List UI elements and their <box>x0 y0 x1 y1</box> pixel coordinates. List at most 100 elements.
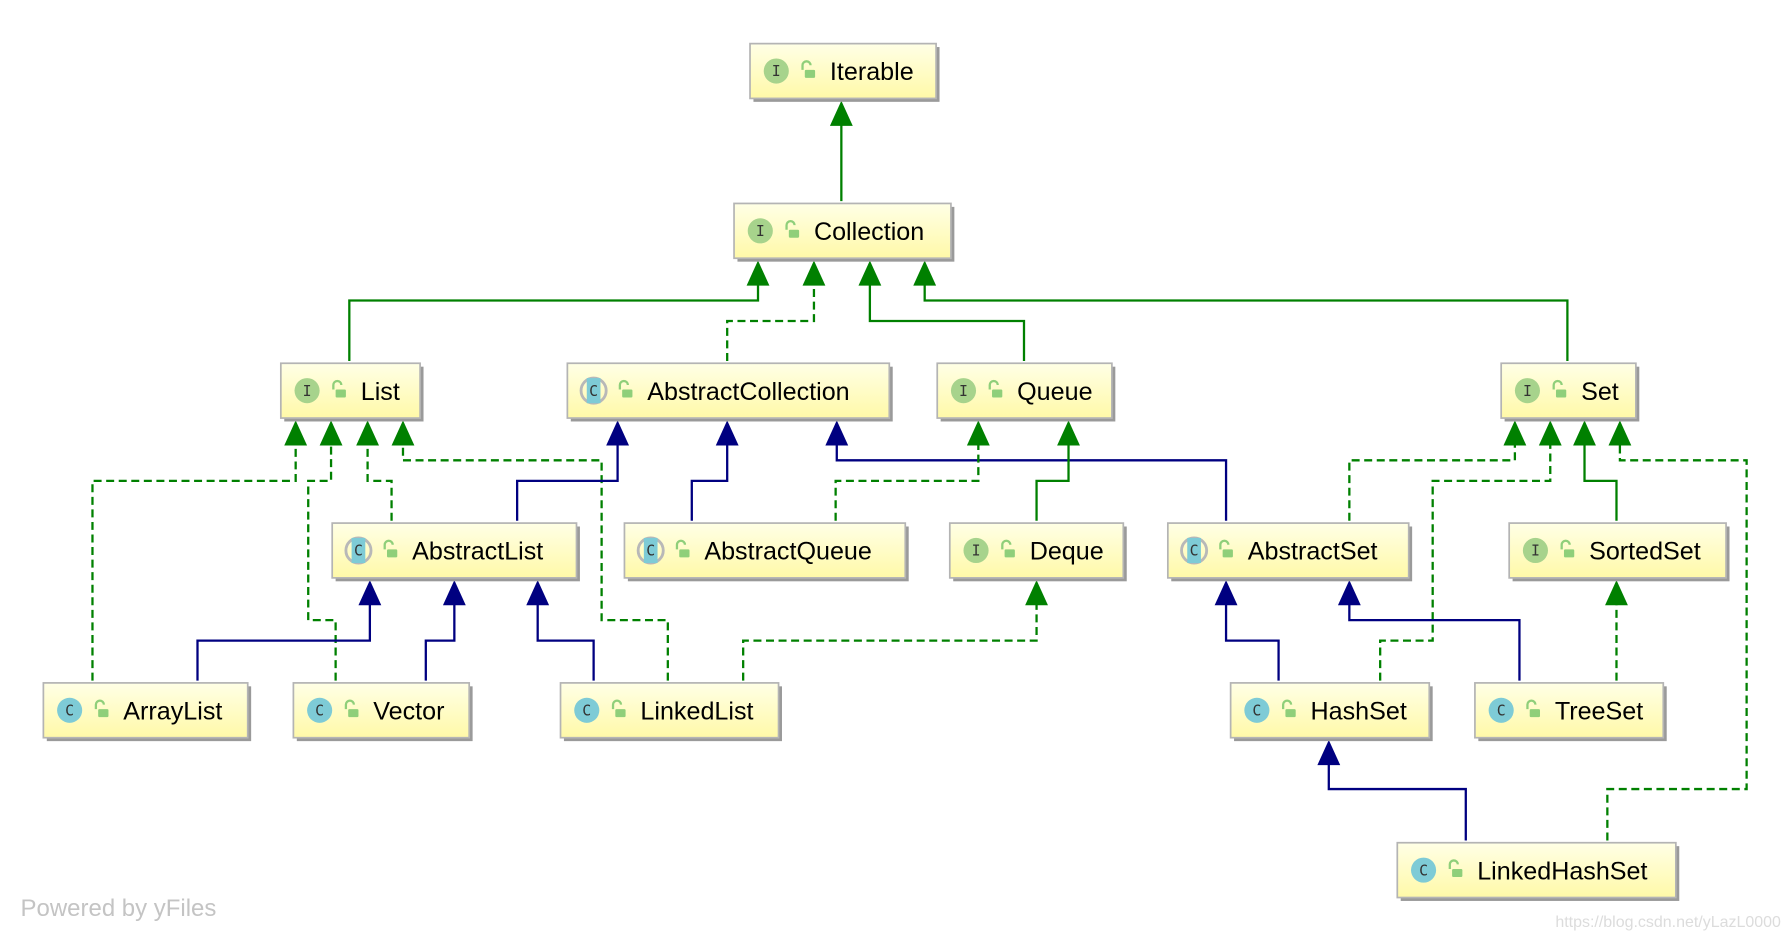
edge-abstractlist-to-abstractcollection <box>515 420 630 521</box>
watermark: https://blog.csdn.net/yLazL0000 <box>1555 914 1781 931</box>
icon-letter: C <box>1252 702 1261 719</box>
edge-line <box>835 443 1228 521</box>
class-icon: C <box>574 697 600 723</box>
edge-line <box>1035 443 1070 521</box>
node-label: Iterable <box>830 58 914 86</box>
node-treeset[interactable]: C TreeSet <box>1474 682 1667 742</box>
arrowhead-icon <box>1337 580 1361 606</box>
arrowhead-icon <box>358 580 382 606</box>
arrowhead-icon <box>829 100 853 126</box>
interface-icon: I <box>747 218 773 244</box>
node-arraylist[interactable]: C ArrayList <box>42 682 252 742</box>
edge-abstractset-to-abstractcollection <box>825 420 1228 521</box>
arrowhead-icon <box>319 420 343 446</box>
icon-letter: I <box>959 383 968 400</box>
node-abstractqueue[interactable]: C AbstractQueue <box>623 522 909 582</box>
icon-letter: I <box>1531 543 1540 560</box>
edge-line <box>1583 443 1618 521</box>
node-label: ArrayList <box>123 697 222 725</box>
node-label: SortedSet <box>1589 538 1701 566</box>
interface-icon: I <box>1514 378 1540 404</box>
edge-line <box>91 443 297 681</box>
edge-linkedhashset-to-set <box>1606 420 1748 841</box>
node-label: AbstractSet <box>1248 538 1378 566</box>
arrowhead-icon <box>1538 420 1562 446</box>
arrowhead-icon <box>606 420 630 446</box>
edge-line <box>366 443 393 521</box>
arrowhead-icon <box>442 580 466 606</box>
edge-treeset-to-abstractset <box>1337 580 1521 681</box>
node-label: TreeSet <box>1555 697 1643 725</box>
node-linkedhashset[interactable]: C LinkedHashSet <box>1396 841 1680 901</box>
edge-abstractset-to-set <box>1348 420 1527 521</box>
node-label: Queue <box>1017 378 1092 406</box>
edge-sortedset-to-set <box>1573 420 1618 521</box>
node-sortedset[interactable]: I SortedSet <box>1508 522 1730 582</box>
arrowhead-icon <box>526 580 550 606</box>
arrowhead-icon <box>825 420 849 446</box>
node-abstractlist[interactable]: C AbstractList <box>331 522 580 582</box>
class-icon: C <box>1410 857 1437 883</box>
node-deque[interactable]: I Deque <box>948 522 1127 582</box>
icon-letter: C <box>589 383 598 400</box>
class-icon: C <box>1244 697 1270 723</box>
edge-line <box>834 443 980 521</box>
arrowhead-icon <box>746 260 770 286</box>
edge-line <box>348 283 760 361</box>
interface-icon: I <box>294 378 320 404</box>
arrowhead-icon <box>1214 580 1238 606</box>
arrowhead-icon <box>1573 420 1596 446</box>
node-set[interactable]: I Set <box>1500 362 1640 422</box>
arrowhead-icon <box>802 260 826 286</box>
icon-letter: C <box>315 702 324 719</box>
edge-collection-to-iterable <box>829 100 853 202</box>
class-icon: C <box>307 697 333 723</box>
class-icon: C <box>57 697 83 723</box>
node-queue[interactable]: I Queue <box>936 362 1116 422</box>
arrowhead-icon <box>391 420 415 446</box>
icon-letter: C <box>582 702 591 719</box>
icon-letter: I <box>756 223 765 240</box>
edge-line <box>424 602 456 681</box>
edge-line <box>868 283 1026 361</box>
node-hashset[interactable]: C HashSet <box>1229 682 1433 742</box>
arrowhead-icon <box>966 420 990 446</box>
icon-letter: C <box>1419 862 1428 879</box>
node-iterable[interactable]: I Iterable <box>749 42 940 102</box>
arrowhead-icon <box>284 420 308 446</box>
edge-hashset-to-abstractset <box>1214 580 1280 681</box>
edge-line <box>1606 443 1748 841</box>
icon-letter: C <box>1497 702 1506 719</box>
icon-letter: I <box>972 543 981 560</box>
edge-line <box>536 602 595 681</box>
node-label: Deque <box>1030 538 1104 566</box>
edge-line <box>196 602 372 681</box>
node-abstractcollection[interactable]: C AbstractCollection <box>566 362 893 422</box>
arrowhead-icon <box>715 420 739 446</box>
class-icon: C <box>1488 697 1514 723</box>
node-collection[interactable]: I Collection <box>733 202 955 262</box>
arrowhead-icon <box>1025 580 1048 606</box>
icon-letter: C <box>1190 543 1199 560</box>
node-linkedlist[interactable]: C LinkedList <box>559 682 782 742</box>
arrowhead-icon <box>1317 739 1341 766</box>
node-list[interactable]: I List <box>279 362 424 422</box>
arrowhead-icon <box>356 420 380 446</box>
arrowhead-icon <box>1503 420 1527 446</box>
node-label: HashSet <box>1311 697 1407 725</box>
node-label: LinkedList <box>640 697 753 725</box>
interface-icon: I <box>763 58 789 84</box>
edge-abstractqueue-to-queue <box>834 420 990 521</box>
edge-line <box>1224 602 1280 681</box>
node-label: Collection <box>814 218 924 246</box>
node-label: Set <box>1581 378 1619 406</box>
edge-line <box>742 602 1038 681</box>
edge-arraylist-to-abstractlist <box>196 580 382 681</box>
node-vector[interactable]: C Vector <box>292 682 473 742</box>
interface-icon: I <box>1522 537 1548 564</box>
edge-abstractqueue-to-abstractcollection <box>690 420 739 521</box>
powered-by-footer: Powered by yFiles <box>21 895 217 922</box>
node-abstractset[interactable]: C AbstractSet <box>1166 522 1413 582</box>
node-label: Vector <box>373 697 444 725</box>
edge-line <box>1348 602 1521 681</box>
